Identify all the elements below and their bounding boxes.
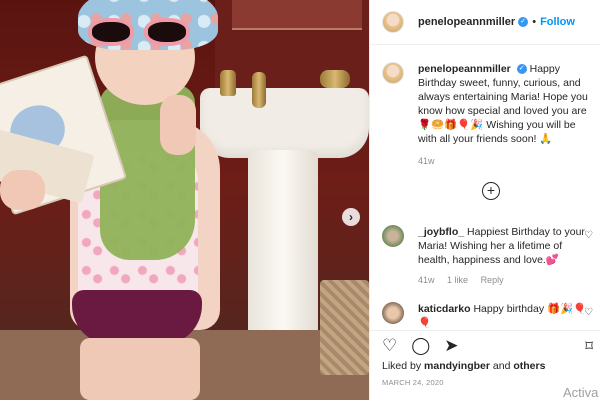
- lens-left: [88, 18, 134, 46]
- load-more-comments-button[interactable]: +: [482, 182, 500, 200]
- child-arm: [160, 95, 196, 155]
- caption-text-block: penelopeannmiller ✓ Happy Birthday sweet…: [418, 62, 594, 146]
- avatar[interactable]: [382, 11, 404, 33]
- caption-username[interactable]: penelopeannmiller: [418, 63, 511, 75]
- like-comment-heart-icon[interactable]: ♡: [584, 230, 593, 241]
- liked-others-link[interactable]: others: [513, 360, 545, 372]
- child-diaper: [72, 290, 202, 345]
- child-hand: [0, 170, 45, 210]
- bookmark-icon[interactable]: ⌑: [585, 337, 593, 355]
- post-date: MARCH 24, 2020: [382, 378, 444, 387]
- faucet-spout: [252, 72, 266, 108]
- comment-time: 41w: [418, 275, 435, 285]
- caption-avatar[interactable]: [382, 62, 404, 84]
- like-heart-icon[interactable]: ♡: [382, 337, 397, 356]
- mirror: [232, 0, 362, 30]
- post-viewer: › penelopeannmiller ✓ • Follow penelopea…: [0, 0, 600, 400]
- username-link[interactable]: penelopeannmiller: [418, 16, 515, 28]
- follow-button[interactable]: Follow: [540, 16, 575, 28]
- caption-timestamp: 41w: [418, 156, 435, 166]
- liked-prefix: Liked by: [382, 360, 422, 372]
- separator-dot: •: [532, 16, 537, 28]
- liked-user-link[interactable]: mandyingber: [424, 360, 490, 372]
- comment-bubble-icon[interactable]: ◯: [411, 337, 430, 356]
- pink-sunglasses: [88, 14, 200, 50]
- verified-icon: ✓: [518, 17, 529, 27]
- verified-icon: ✓: [516, 64, 527, 75]
- sink-pedestal: [248, 150, 318, 340]
- like-comment-heart-icon[interactable]: ♡: [584, 307, 593, 318]
- basket: [320, 280, 369, 375]
- share-send-icon[interactable]: ➤: [444, 337, 458, 356]
- post-sidebar: penelopeannmiller ✓ • Follow penelopeann…: [369, 0, 600, 400]
- action-bar: ♡ ◯ ➤ ⌑: [370, 330, 600, 356]
- comment-item: katicdarko Happy birthday 🎁🎉🎈🎈: [382, 302, 594, 330]
- reply-button[interactable]: Reply: [481, 275, 504, 285]
- liked-mid: and: [492, 360, 511, 372]
- windows-activation-watermark: Activa: [563, 385, 599, 400]
- faucet-left: [220, 70, 236, 96]
- comment-username[interactable]: _joybflo_: [418, 226, 464, 238]
- commenter-avatar[interactable]: [382, 225, 404, 247]
- comment-username[interactable]: katicdarko: [418, 303, 471, 315]
- lens-right: [144, 18, 190, 46]
- caption-text: Happy Birthday sweet, funny, curious, an…: [418, 63, 588, 145]
- sink: [200, 88, 369, 158]
- liked-by: Liked by mandyingber and others: [382, 360, 545, 372]
- faucet-right: [320, 70, 350, 88]
- comment-likes[interactable]: 1 like: [447, 275, 468, 285]
- next-photo-button[interactable]: ›: [342, 208, 360, 226]
- post-header: penelopeannmiller ✓ • Follow: [370, 0, 600, 45]
- caption: penelopeannmiller ✓ Happy Birthday sweet…: [382, 62, 594, 166]
- comment-item: _joybflo_ Happiest Birthday to your Mari…: [382, 225, 594, 287]
- child-legs: [80, 338, 200, 400]
- post-photo[interactable]: ›: [0, 0, 369, 400]
- commenter-avatar[interactable]: [382, 302, 404, 324]
